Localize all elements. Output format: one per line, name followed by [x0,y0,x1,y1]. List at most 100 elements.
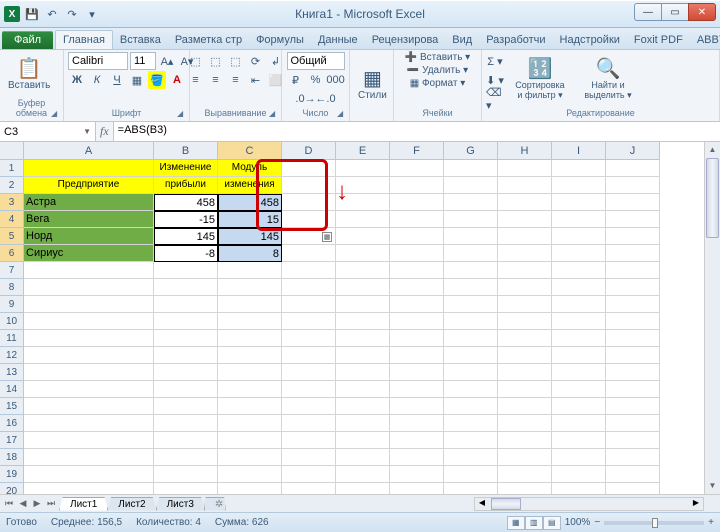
cell-G14[interactable] [444,381,498,398]
cell-E4[interactable] [336,211,390,228]
cell-A2[interactable]: Предприятие [24,177,154,194]
sheet-add-button[interactable]: ✲ [204,497,226,511]
cell-C6[interactable]: 8 [218,245,282,262]
fx-icon[interactable]: fx [100,124,109,139]
cell-J10[interactable] [606,313,660,330]
align-right-icon[interactable]: ≡ [227,71,245,89]
cell-H12[interactable] [498,347,552,364]
cell-A8[interactable] [24,279,154,296]
row-header-8[interactable]: 8 [0,279,24,296]
view-page-break-icon[interactable]: ▤ [543,516,561,530]
tab-abbyy[interactable]: ABBYY PDF Tr [690,31,720,49]
cell-J16[interactable] [606,415,660,432]
cell-C19[interactable] [218,466,282,483]
horizontal-scrollbar[interactable]: ◀ ▶ [474,497,704,511]
cell-J8[interactable] [606,279,660,296]
number-launcher-icon[interactable]: ◢ [337,109,347,119]
vertical-scrollbar[interactable]: ▲ ▼ [704,142,720,494]
select-all-corner[interactable] [0,142,24,160]
cell-I8[interactable] [552,279,606,296]
cell-J2[interactable] [606,177,660,194]
align-top-icon[interactable]: ⬚ [187,52,205,70]
cell-C7[interactable] [218,262,282,279]
sheet-first-icon[interactable]: ⏮ [2,498,16,509]
tab-view[interactable]: Вид [445,31,479,49]
column-header-D[interactable]: D [282,142,336,160]
borders-button[interactable]: ▦ [128,71,146,89]
sort-filter-button[interactable]: 🔢 Сортировка и фильтр ▾ [508,57,572,103]
cells-format-button[interactable]: ▦ Формат ▾ [410,78,466,89]
cell-C13[interactable] [218,364,282,381]
cell-C4[interactable]: 15 [218,211,282,228]
cell-F6[interactable] [390,245,444,262]
zoom-level[interactable]: 100% [565,517,591,528]
cell-F17[interactable] [390,432,444,449]
cell-I1[interactable] [552,160,606,177]
hscroll-thumb[interactable] [491,498,521,510]
cell-F16[interactable] [390,415,444,432]
cell-D8[interactable] [282,279,336,296]
cell-F4[interactable] [390,211,444,228]
currency-icon[interactable]: ₽ [287,71,305,89]
cell-C2[interactable]: изменения [218,177,282,194]
cell-J11[interactable] [606,330,660,347]
cell-E10[interactable] [336,313,390,330]
font-name-select[interactable] [68,52,128,70]
column-header-C[interactable]: C [218,142,282,160]
cell-A9[interactable] [24,296,154,313]
cell-G15[interactable] [444,398,498,415]
cell-B8[interactable] [154,279,218,296]
cell-H6[interactable] [498,245,552,262]
cell-F2[interactable] [390,177,444,194]
cell-A20[interactable] [24,483,154,494]
row-header-3[interactable]: 3 [0,194,24,211]
cell-E15[interactable] [336,398,390,415]
cell-D7[interactable] [282,262,336,279]
cell-B6[interactable]: -8 [154,245,218,262]
cell-H11[interactable] [498,330,552,347]
cell-C12[interactable] [218,347,282,364]
increase-font-icon[interactable]: A▴ [158,52,176,70]
font-size-select[interactable] [130,52,156,70]
cell-I5[interactable] [552,228,606,245]
row-header-9[interactable]: 9 [0,296,24,313]
align-left-icon[interactable]: ≡ [187,71,205,89]
cell-I12[interactable] [552,347,606,364]
cell-A1[interactable] [24,160,154,177]
zoom-slider[interactable] [604,521,704,525]
sheet-tab-2[interactable]: Лист2 [107,497,156,511]
save-icon[interactable]: 💾 [24,6,40,22]
cell-D19[interactable] [282,466,336,483]
worksheet-grid[interactable]: ABCDEFGHIJ 12345678910111213141516171819… [0,142,720,494]
align-bottom-icon[interactable]: ⬚ [227,52,245,70]
scroll-thumb[interactable] [706,158,719,238]
cell-E14[interactable] [336,381,390,398]
zoom-in-button[interactable]: + [708,517,714,528]
column-header-G[interactable]: G [444,142,498,160]
cell-I4[interactable] [552,211,606,228]
name-box[interactable]: C3 ▼ [0,122,96,141]
decrease-decimal-icon[interactable]: ←.0 [317,90,335,108]
tab-page-layout[interactable]: Разметка стр [168,31,249,49]
clear-icon[interactable]: ⌫ ▾ [486,90,504,108]
cell-E11[interactable] [336,330,390,347]
cell-I15[interactable] [552,398,606,415]
cell-C17[interactable] [218,432,282,449]
cell-H17[interactable] [498,432,552,449]
cell-C3[interactable]: 458 [218,194,282,211]
undo-icon[interactable]: ↶ [44,6,60,22]
orientation-icon[interactable]: ⟳ [247,52,265,70]
cell-E6[interactable] [336,245,390,262]
cell-I17[interactable] [552,432,606,449]
cell-I10[interactable] [552,313,606,330]
cell-H4[interactable] [498,211,552,228]
cell-F14[interactable] [390,381,444,398]
cell-D15[interactable] [282,398,336,415]
clipboard-launcher-icon[interactable]: ◢ [51,109,61,119]
decrease-indent-icon[interactable]: ⇤ [247,71,265,89]
hscroll-right-icon[interactable]: ▶ [689,498,703,510]
cell-E20[interactable] [336,483,390,494]
cell-H14[interactable] [498,381,552,398]
row-header-15[interactable]: 15 [0,398,24,415]
cell-C20[interactable] [218,483,282,494]
